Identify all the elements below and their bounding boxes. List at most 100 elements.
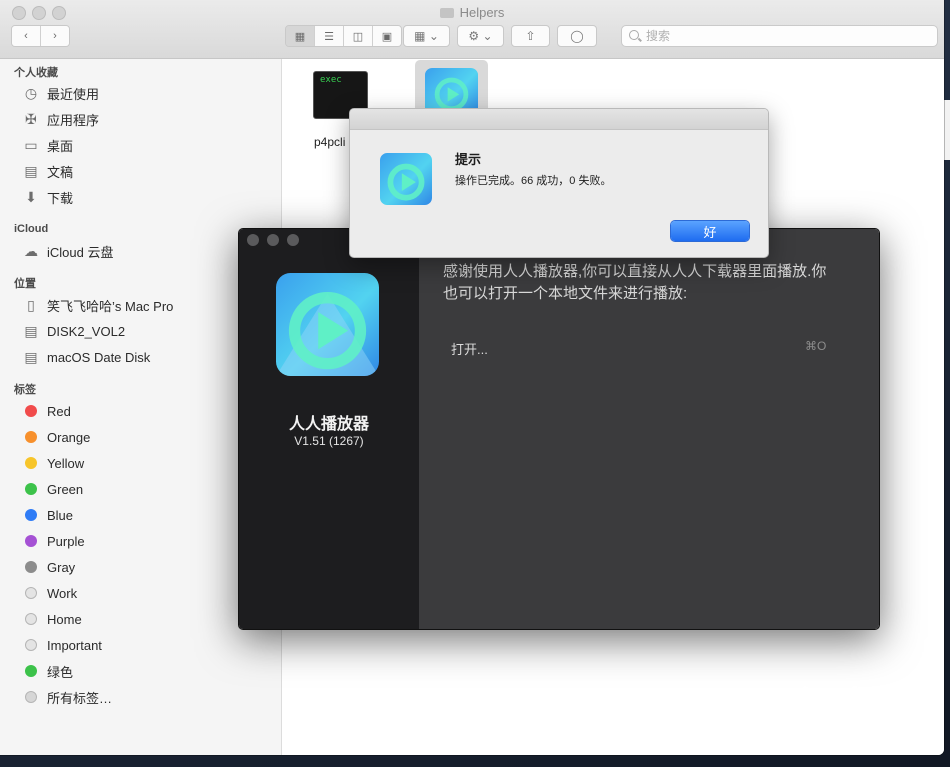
action-menu-button[interactable]: ⚙ ⌄ <box>457 25 504 47</box>
sidebar-tag-item[interactable]: 所有标签… <box>22 686 112 708</box>
tag-label: 绿色 <box>47 664 74 680</box>
tag-label: Important <box>47 637 102 653</box>
sidebar-section-icloud: iCloud <box>14 223 49 235</box>
sidebar-tag-item[interactable]: Green <box>22 478 83 500</box>
applications-icon: ✠ <box>25 110 37 127</box>
tag-color-dot-icon <box>25 691 37 703</box>
grid-icon: ▦ <box>414 29 426 43</box>
file-label[interactable]: p4pcli <box>314 135 345 149</box>
sidebar-tag-item[interactable]: 绿色 <box>22 660 73 682</box>
alert-app-icon <box>380 153 432 205</box>
tag-color-dot-icon <box>25 431 37 443</box>
chevron-down-icon: ⌄ <box>428 29 439 43</box>
cloud-icon: ☁ <box>24 242 38 259</box>
tag-color-dot-icon <box>25 665 37 677</box>
player-window: 人人播放器 V1.51 (1267) 感谢使用人人播放器,你可以直接从人人下载器… <box>238 228 880 630</box>
list-view-button[interactable]: ☰ <box>315 26 344 46</box>
back-button[interactable]: ‹ <box>12 26 41 46</box>
sidebar-section-tags: 标签 <box>14 384 36 396</box>
sidebar-tag-item[interactable]: Gray <box>22 556 75 578</box>
gallery-view-button[interactable]: ▣ <box>373 26 401 46</box>
tag-color-dot-icon <box>25 509 37 521</box>
sidebar-section-locations: 位置 <box>14 278 36 290</box>
tag-color-dot-icon <box>25 561 37 573</box>
group-by-button[interactable]: ▦ ⌄ <box>403 25 450 47</box>
ok-button[interactable]: 好 <box>671 221 749 241</box>
sidebar-tag-item[interactable]: Home <box>22 608 82 630</box>
tag-label: Blue <box>47 507 74 523</box>
sidebar-item-macos-date-disk[interactable]: ▤ macOS Date Disk <box>22 346 150 368</box>
tag-label: Green <box>47 481 84 497</box>
tag-label: Yellow <box>47 455 85 471</box>
chevron-down-icon: ⌄ <box>482 29 493 43</box>
minimize-window-button[interactable] <box>267 234 279 246</box>
share-icon: ⇧ <box>525 29 536 43</box>
sidebar-item-downloads[interactable]: ⬇ 下载 <box>22 186 73 208</box>
alert-message: 操作已完成。66 成功，0 失败。 <box>455 175 612 187</box>
sidebar-item-applications[interactable]: ✠ 应用程序 <box>22 108 99 130</box>
disk-icon: ▤ <box>24 322 38 339</box>
sidebar-tag-item[interactable]: Red <box>22 400 71 422</box>
forward-button[interactable]: › <box>41 26 69 46</box>
column-view-button[interactable]: ◫ <box>344 26 373 46</box>
sidebar-tag-item[interactable]: Important <box>22 634 102 656</box>
desktop-icon: ▭ <box>24 136 38 153</box>
finder-toolbar: Helpers ‹ › ▦ ☰ ◫ ▣ ▦ ⌄ ⚙ ⌄ ⇧ ◯ 搜索 <box>0 0 944 59</box>
open-shortcut: ⌘O <box>805 339 827 353</box>
tag-color-dot-icon <box>25 613 37 625</box>
search-field[interactable]: 搜索 <box>621 25 938 47</box>
document-icon: ▤ <box>24 162 38 179</box>
sidebar-tag-item[interactable]: Purple <box>22 530 85 552</box>
close-window-button[interactable] <box>247 234 259 246</box>
open-file-button[interactable]: 打开... <box>451 339 488 358</box>
grid-icon: ▦ <box>294 30 306 43</box>
tag-color-dot-icon <box>25 587 37 599</box>
sidebar-item-recents[interactable]: ◷ 最近使用 <box>22 82 99 104</box>
sidebar-tag-item[interactable]: Yellow <box>22 452 84 474</box>
view-mode-switcher: ▦ ☰ ◫ ▣ <box>285 25 402 47</box>
sidebar-tag-item[interactable]: Blue <box>22 504 73 526</box>
tag-label: 所有标签… <box>47 690 113 706</box>
chevron-left-icon: ‹ <box>24 30 28 42</box>
alert-title: 提示 <box>455 152 482 167</box>
app-version: V1.51 (1267) <box>294 434 364 448</box>
disk-icon: ▤ <box>24 348 38 365</box>
sidebar-item-icloud-drive[interactable]: ☁ iCloud 云盘 <box>22 240 113 262</box>
watermark-url: jingyan.baidu.com <box>733 722 854 739</box>
alert-dialog: 提示 操作已完成。66 成功，0 失败。 好 <box>349 108 769 258</box>
clock-icon: ◷ <box>24 84 38 101</box>
watermark-logo: Bai 经验 <box>730 685 867 723</box>
tag-color-dot-icon <box>25 483 37 495</box>
nav-buttons: ‹ › <box>11 25 70 47</box>
chevron-right-icon: › <box>53 30 57 42</box>
background-window-edge <box>944 100 950 160</box>
search-icon <box>629 30 639 40</box>
player-app-logo-icon <box>276 273 379 376</box>
window-title: Helpers <box>0 5 944 20</box>
sidebar-item-documents[interactable]: ▤ 文稿 <box>22 160 73 182</box>
tags-button[interactable]: ◯ <box>557 25 597 47</box>
sidebar-section-favorites: 个人收藏 <box>14 67 58 79</box>
computer-icon: ▯ <box>27 296 35 313</box>
player-main: 感谢使用人人播放器,你可以直接从人人下载器里面播放.你也可以打开一个本地文件来进… <box>419 229 879 629</box>
icon-view-button[interactable]: ▦ <box>286 26 315 46</box>
welcome-message: 感谢使用人人播放器,你可以直接从人人下载器里面播放.你也可以打开一个本地文件来进… <box>443 263 827 302</box>
zoom-window-button[interactable] <box>287 234 299 246</box>
sidebar-tag-item[interactable]: Work <box>22 582 77 604</box>
sidebar-item-mac-pro[interactable]: ▯ 笑飞飞哈哈’s Mac Pro <box>22 294 173 316</box>
alert-titlebar <box>350 109 768 130</box>
tag-color-dot-icon <box>25 639 37 651</box>
tag-icon: ◯ <box>570 29 584 43</box>
sidebar-tag-item[interactable]: Orange <box>22 426 90 448</box>
tag-label: Orange <box>47 429 91 445</box>
sidebar-item-disk2-vol2[interactable]: ▤ DISK2_VOL2 <box>22 320 125 342</box>
share-button[interactable]: ⇧ <box>511 25 550 47</box>
sidebar-item-desktop[interactable]: ▭ 桌面 <box>22 134 73 156</box>
tag-label: Work <box>47 585 78 601</box>
gear-icon: ⚙ <box>468 29 480 43</box>
tag-label: Home <box>47 611 82 627</box>
tag-color-dot-icon <box>25 535 37 547</box>
gallery-icon: ▣ <box>381 30 393 43</box>
tag-label: Purple <box>47 533 85 549</box>
player-sidebar: 人人播放器 V1.51 (1267) <box>239 229 419 629</box>
